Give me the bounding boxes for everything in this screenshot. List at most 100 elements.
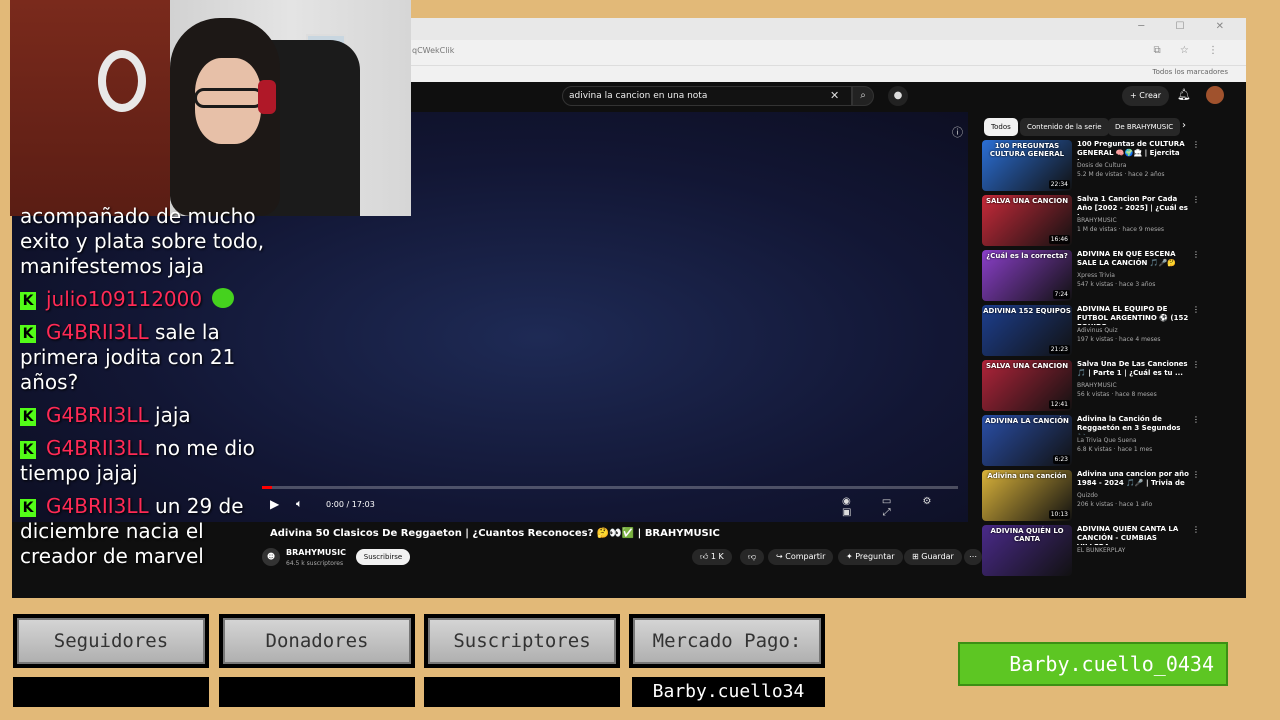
webcam-glasses: [194, 88, 264, 108]
more-actions-button[interactable]: ⋯: [964, 549, 982, 565]
recommendation-thumbnail[interactable]: ADIVINA QUIÉN LO CANTA: [982, 525, 1072, 576]
toolbar-icons[interactable]: ⧉ ☆ ⋮: [1154, 45, 1226, 56]
recommendation-item[interactable]: 100 PREGUNTAS CULTURA GENERAL 22:34 100 Pr…: [982, 140, 1230, 195]
recommendation-channel[interactable]: Dosis de Cultura: [1077, 162, 1189, 169]
recommendation-thumbnail[interactable]: SALVA UNA CANCION 16:46: [982, 195, 1072, 246]
recommendation-item[interactable]: ¿Cuál es la correcta? 7:24 ADIVINA EN QUÉ …: [982, 250, 1230, 305]
share-button[interactable]: ↪ Compartir: [768, 549, 834, 565]
more-options-icon[interactable]: ⋮: [1192, 195, 1200, 204]
subscribe-button[interactable]: Suscribirse: [356, 549, 410, 565]
thumbs-down-icon: 👎︎: [748, 552, 757, 561]
more-options-icon[interactable]: ⋮: [1192, 305, 1200, 314]
webcam-overlay: [10, 0, 411, 216]
more-options-icon[interactable]: ⋮: [1192, 140, 1200, 149]
recommendation-title[interactable]: 100 Preguntas de CULTURA GENERAL 🧠🌍🏛 | E…: [1077, 140, 1189, 160]
recommendation-thumbnail[interactable]: SALVA UNA CANCION 12:41: [982, 360, 1072, 411]
recommendation-title[interactable]: Salva 1 Cancion Por Cada Año [2002 - 202…: [1077, 195, 1189, 215]
share-label: Compartir: [785, 552, 826, 561]
duration-badge: 22:34: [1048, 180, 1070, 189]
thumbnail-text: Adivina una canción: [987, 472, 1067, 480]
webcam-background-door: [10, 0, 170, 216]
thumbnail-text: ADIVINA 152 EQUIPOS: [983, 307, 1071, 315]
recommendation-channel[interactable]: BRAHYMUSIC: [1077, 382, 1189, 389]
chat-message: Kjulio109112000: [20, 287, 280, 312]
more-options-icon[interactable]: ⋮: [1192, 415, 1200, 424]
recommendation-channel[interactable]: Xpress Trivia: [1077, 272, 1189, 279]
thumbs-up-icon: 👍︎: [700, 552, 711, 561]
dislike-button[interactable]: 👎︎: [740, 549, 765, 565]
seguidores-box: [13, 677, 209, 707]
recommendation-thumbnail[interactable]: ADIVINA LA CANCIÓN 6:23: [982, 415, 1072, 466]
donadores-label: Donadores: [223, 618, 411, 664]
video-title: Adivina 50 Clasicos De Reggaeton | ¿Cuan…: [270, 528, 720, 539]
recommendation-item[interactable]: Adivina una canción 10:13 Adivina una canc…: [982, 470, 1230, 525]
notifications-bell-icon[interactable]: 🔔︎: [1177, 88, 1191, 101]
recommendation-title[interactable]: Adivina la Canción de Reggaetón en 3 Seg…: [1077, 415, 1189, 435]
all-bookmarks-link[interactable]: Todos los marcadores: [1153, 68, 1228, 76]
recommendation-title[interactable]: ADIVINA EL EQUIPO DE FUTBOL ARGENTINO ⚽ …: [1077, 305, 1189, 325]
thumbnail-text: ADIVINA QUIÉN LO CANTA: [990, 527, 1064, 543]
more-options-icon[interactable]: ⋮: [1192, 470, 1200, 479]
recommendation-channel[interactable]: La Trivia Que Suena: [1077, 437, 1189, 444]
recommendation-title[interactable]: Adivina una cancion por año 1984 - 2024 …: [1077, 470, 1189, 490]
recommendation-thumbnail[interactable]: Adivina una canción 10:13: [982, 470, 1072, 521]
more-options-icon[interactable]: ⋮: [1192, 360, 1200, 369]
recommendation-item[interactable]: SALVA UNA CANCION 16:46 Salva 1 Cancion Po…: [982, 195, 1230, 250]
recommendation-channel[interactable]: Adivinus Quiz: [1077, 327, 1189, 334]
recommendation-item[interactable]: ADIVINA LA CANCIÓN 6:23 Adivina la Canción…: [982, 415, 1230, 470]
like-count: 1 K: [710, 552, 724, 561]
chip-channel[interactable]: De BRAHYMUSIC: [1108, 118, 1181, 136]
more-options-icon[interactable]: ⋮: [1192, 525, 1200, 534]
recommendation-title[interactable]: ADIVINA QUIÉN CANTA LA CANCIÓN - CUMBIAS…: [1077, 525, 1189, 545]
recommendation-title[interactable]: Salva Una De Las Canciones 🎵 | Parte 1 |…: [1077, 360, 1189, 378]
search-button[interactable]: ⌕: [852, 86, 874, 106]
recommendation-thumbnail[interactable]: ADIVINA 152 EQUIPOS 21:23: [982, 305, 1072, 356]
kick-badge-icon: K: [20, 499, 36, 517]
voice-search-button[interactable]: ●: [888, 86, 908, 106]
volume-icon[interactable]: 🔈︎: [296, 497, 303, 511]
recommendation-channel[interactable]: BRAHYMUSIC: [1077, 217, 1189, 224]
chip-series[interactable]: Contenido de la serie: [1020, 118, 1109, 136]
chevron-right-icon[interactable]: ›: [1182, 120, 1186, 131]
search-icon: ⌕: [860, 90, 866, 101]
recommendation-views: 1 M de vistas · hace 9 meses: [1077, 226, 1165, 233]
chat-message: K G4BRII3LL no me dio tiempo jajaj: [20, 436, 280, 486]
chat-message: K G4BRII3LL jaja: [20, 403, 280, 428]
channel-name[interactable]: BRAHYMUSIC: [286, 548, 346, 557]
recommendation-views: 206 k vistas · hace 1 año: [1077, 501, 1153, 508]
search-input[interactable]: adivina la cancion en una nota: [562, 86, 852, 106]
recommendation-item[interactable]: ADIVINA QUIÉN LO CANTA ADIVINA QUIÉN CANT…: [982, 525, 1230, 580]
create-label: Crear: [1139, 91, 1162, 100]
recommendation-title[interactable]: ADIVINA EN QUÉ ESCENA SALE LA CANCIÓN 🎵🎤…: [1077, 250, 1189, 268]
ask-button[interactable]: ✦ Preguntar: [838, 549, 903, 565]
like-button[interactable]: 👍︎ 1 K: [692, 549, 732, 565]
recommendation-thumbnail[interactable]: ¿Cuál es la correcta? 7:24: [982, 250, 1072, 301]
video-meta: Adivina 50 Clasicos De Reggaeton | ¿Cuan…: [252, 528, 982, 598]
save-button[interactable]: ⊞ Guardar: [904, 549, 962, 565]
donadores-panel: Donadores: [219, 614, 415, 668]
account-avatar[interactable]: [1206, 86, 1224, 104]
streamer-handle-banner: Barby.cuello_0434: [958, 642, 1228, 686]
recommendation-views: 56 k vistas · hace 8 meses: [1077, 391, 1157, 398]
thumbnail-text: ¿Cuál es la correcta?: [986, 252, 1068, 260]
recommendation-item[interactable]: ADIVINA 152 EQUIPOS 21:23 ADIVINA EL EQUIP…: [982, 305, 1230, 360]
recommendation-channel[interactable]: EL BUNKERPLAY: [1077, 547, 1189, 554]
emote-icon: [212, 288, 235, 308]
mercado-pago-box: Barby.cuello34: [632, 677, 825, 707]
recommendation-item[interactable]: SALVA UNA CANCION 12:41 Salva Una De Las C…: [982, 360, 1230, 415]
player-controls-right[interactable]: ◉ ▭ ⚙ ▣ ⤢: [842, 496, 968, 518]
sparkle-icon: ✦: [846, 552, 856, 561]
more-options-icon[interactable]: ⋮: [1192, 250, 1200, 259]
info-icon[interactable]: ⓘ: [952, 124, 963, 140]
clear-search-icon[interactable]: ✕: [830, 89, 839, 102]
suscriptores-panel: Suscriptores: [424, 614, 620, 668]
time-display: 0:00 / 17:03: [326, 500, 375, 509]
chat-message-text: jaja: [155, 403, 191, 427]
window-controls[interactable]: ─ ☐ ✕: [1138, 21, 1238, 32]
progress-bar[interactable]: [262, 486, 958, 489]
recommendation-thumbnail[interactable]: 100 PREGUNTAS CULTURA GENERAL 22:34: [982, 140, 1072, 191]
duration-badge: 7:24: [1052, 290, 1070, 299]
chip-todos[interactable]: Todos: [984, 118, 1018, 136]
recommendation-channel[interactable]: Quizdo: [1077, 492, 1189, 499]
create-button[interactable]: + Crear: [1122, 86, 1170, 106]
